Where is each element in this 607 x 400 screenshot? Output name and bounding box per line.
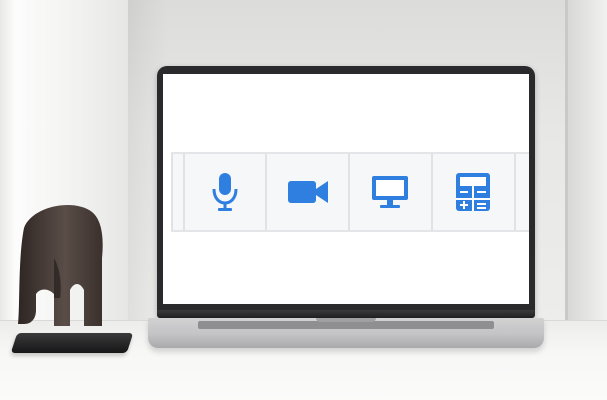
toolbar	[171, 152, 529, 232]
monitor-icon	[370, 173, 410, 211]
toolbar-left-cap	[171, 154, 185, 230]
video-camera-button[interactable]	[267, 154, 351, 230]
trackpad-notch	[316, 318, 376, 322]
video-camera-icon	[286, 176, 330, 208]
toolbar-right-cap	[516, 154, 529, 230]
calculator-icon	[454, 171, 492, 213]
calculator-button[interactable]	[433, 154, 516, 230]
microphone-icon	[210, 171, 240, 213]
right-wall	[565, 0, 607, 360]
sculpture	[18, 205, 103, 326]
photo-scene	[0, 0, 607, 400]
microphone-button[interactable]	[185, 154, 268, 230]
keyboard-area	[198, 321, 494, 329]
smartphone	[10, 333, 134, 353]
laptop-hinge	[157, 310, 535, 318]
right-wall-edge	[565, 0, 568, 360]
laptop-screen	[163, 74, 529, 304]
screen-share-button[interactable]	[350, 154, 433, 230]
